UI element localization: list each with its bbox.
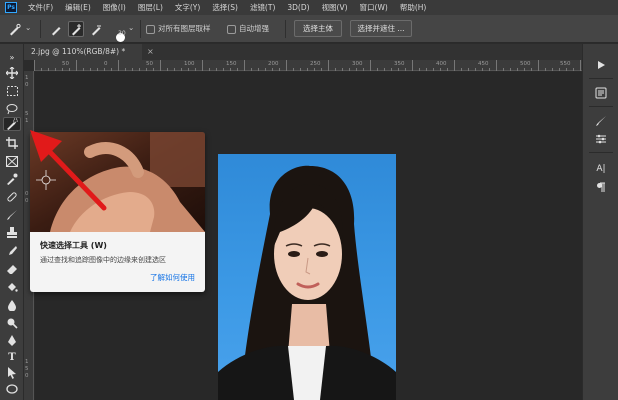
red-arrow-annotation: [30, 130, 107, 211]
